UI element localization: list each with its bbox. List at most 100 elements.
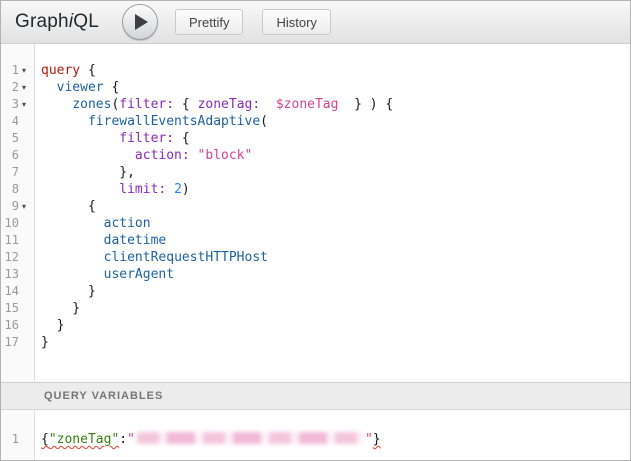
code-line[interactable]: } [35,317,630,334]
history-button[interactable]: History [262,9,330,35]
code-token [41,233,104,248]
line-number: 1 [12,62,19,79]
fold-arrow-icon[interactable]: ▾ [22,63,26,79]
code-token: } [41,301,80,316]
query-editor[interactable]: 1▾2▾3▾456789▾1011121314151617 query { vi… [1,44,630,382]
line-number: 11 [5,232,19,249]
gutter-row: 17 [1,334,34,351]
gutter-row: 11 [1,232,34,249]
gutter-row: 6 [1,147,34,164]
code-line[interactable]: viewer { [35,79,630,96]
line-number: 12 [5,249,19,266]
line-number: 10 [5,215,19,232]
query-code-area[interactable]: query { viewer { zones(filter: { zoneTag… [35,44,630,382]
gutter-row: 5 [1,130,34,147]
code-token: : [119,432,127,447]
line-number: 7 [12,164,19,181]
code-token: firewallEventsAdaptive [88,114,260,129]
code-token [41,131,119,146]
code-line[interactable]: } [35,283,630,300]
code-token-error: { [41,432,49,447]
code-token: ) [182,182,190,197]
code-line[interactable]: filter: { [35,130,630,147]
code-token-error: "zoneTag" [49,432,119,447]
code-token: { [174,131,190,146]
gutter-row: 10 [1,215,34,232]
query-variables-title: QUERY VARIABLES [44,390,163,402]
variables-editor[interactable]: 1 {"zoneTag":""} [1,410,630,460]
gutter-row: 7 [1,164,34,181]
line-number: 6 [12,147,19,164]
gutter-row: 9▾ [1,198,34,215]
title-part: QL [73,11,99,32]
code-token: action: [135,148,190,163]
gutter-row: 1 [1,431,34,448]
code-token: datetime [104,233,167,248]
code-line[interactable]: clientRequestHTTPHost [35,249,630,266]
fold-arrow-icon[interactable]: ▾ [22,97,26,113]
code-line[interactable]: firewallEventsAdaptive( [35,113,630,130]
code-token: $zoneTag [276,97,339,112]
line-gutter: 1▾2▾3▾456789▾1011121314151617 [1,44,35,382]
code-token [41,182,119,197]
code-line[interactable]: datetime [35,232,630,249]
code-line[interactable]: } [35,300,630,317]
code-token: } [41,335,49,350]
code-token: 2 [174,182,182,197]
code-token [41,80,57,95]
code-token: clientRequestHTTPHost [104,250,268,265]
code-line[interactable]: }, [35,164,630,181]
gutter-row: 1▾ [1,62,34,79]
title-part: Graph [15,11,69,32]
app-title: GraphiQL [15,11,99,33]
redacted-value [137,432,363,444]
code-line[interactable]: limit: 2) [35,181,630,198]
code-token: { [174,97,197,112]
play-icon [135,14,148,30]
code-token: " [127,432,135,447]
code-token [41,97,72,112]
code-token: limit: [119,182,166,197]
code-token [41,267,104,282]
code-token [41,216,104,231]
code-line[interactable]: {"zoneTag":""} [35,431,630,448]
code-token: query [41,63,80,78]
code-token-error: } [373,432,381,447]
line-number: 15 [5,300,19,317]
prettify-button[interactable]: Prettify [175,9,243,35]
code-line[interactable]: action [35,215,630,232]
code-token [190,148,198,163]
gutter-row: 12 [1,249,34,266]
gutter-row: 14 [1,283,34,300]
code-line[interactable]: action: "block" [35,147,630,164]
execute-button[interactable] [122,4,158,40]
variables-line-gutter: 1 [1,410,35,460]
code-token: action [104,216,151,231]
code-line[interactable]: userAgent [35,266,630,283]
code-token: { [41,199,96,214]
top-bar: GraphiQL Prettify History [1,1,630,44]
code-token [41,250,104,265]
gutter-row: 8 [1,181,34,198]
line-number: 17 [5,334,19,351]
code-token: filter: [119,131,174,146]
code-line[interactable]: query { [35,62,630,79]
line-number: 1 [12,431,19,448]
line-number: 9 [12,198,19,215]
variables-code-area[interactable]: {"zoneTag":""} [35,410,630,460]
code-token: } [41,318,64,333]
line-number: 2 [12,79,19,96]
code-token [166,182,174,197]
graphiql-window: GraphiQL Prettify History 1▾2▾3▾456789▾1… [0,0,631,461]
code-token [41,114,88,129]
code-line[interactable]: { [35,198,630,215]
code-line[interactable]: zones(filter: { zoneTag: $zoneTag } ) { [35,96,630,113]
query-variables-header[interactable]: QUERY VARIABLES [1,382,630,410]
fold-arrow-icon[interactable]: ▾ [22,80,26,96]
code-token: " [365,432,373,447]
gutter-row: 4 [1,113,34,130]
code-token: { [104,80,120,95]
code-line[interactable]: } [35,334,630,351]
line-number: 5 [12,130,19,147]
fold-arrow-icon[interactable]: ▾ [22,199,26,215]
